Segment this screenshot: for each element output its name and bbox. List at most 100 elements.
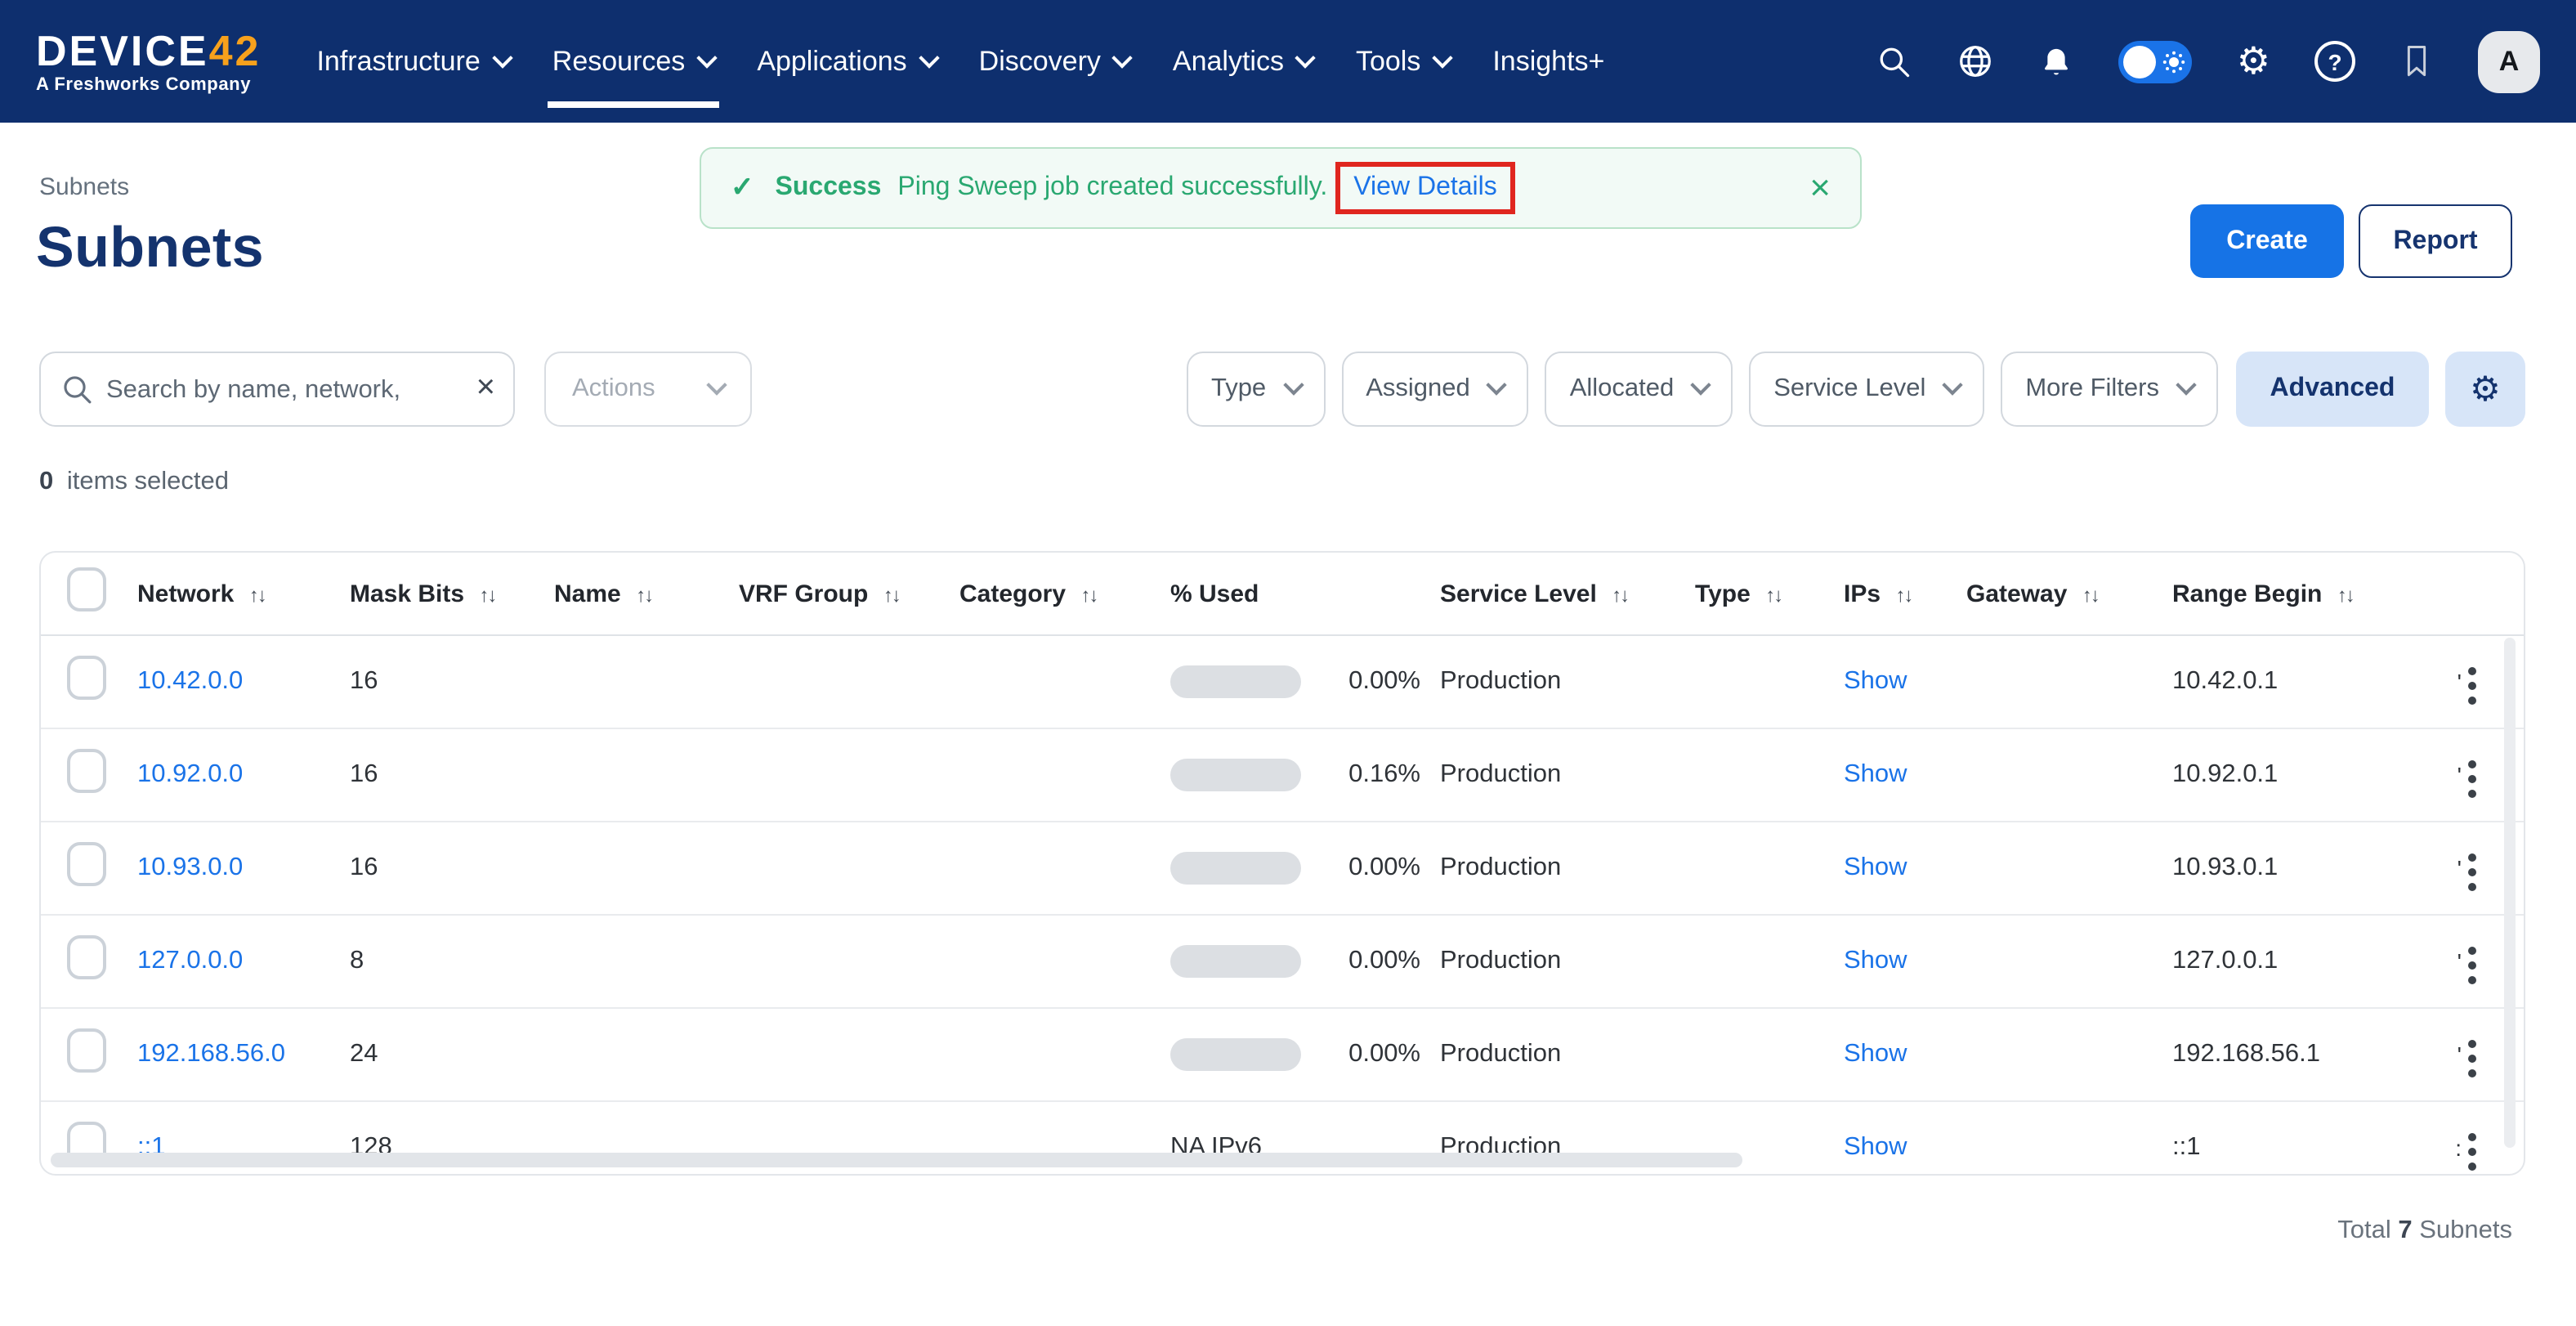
kebab-menu-icon[interactable] <box>2462 753 2483 804</box>
network-link[interactable]: 10.92.0.0 <box>137 760 243 788</box>
clipped-text: : <box>2417 1135 2462 1161</box>
kebab-menu-icon[interactable] <box>2462 846 2483 897</box>
filter-group: Type Assigned Allocated Service Level Mo… <box>1187 352 2218 427</box>
brand-tagline: A Freshworks Company <box>36 76 261 94</box>
network-link[interactable]: 127.0.0.0 <box>137 947 243 974</box>
settings-gear-icon[interactable]: ⚙ <box>2237 43 2270 80</box>
filter-service-level[interactable]: Service Level <box>1749 352 1984 427</box>
search-input[interactable] <box>103 353 456 428</box>
usage-bar <box>1170 665 1301 698</box>
banner-close-icon[interactable]: × <box>1809 170 1831 206</box>
clipped-text: ' <box>2417 762 2462 788</box>
chevron-down-icon <box>1487 374 1507 395</box>
theme-toggle[interactable] <box>2119 40 2193 83</box>
filter-allocated[interactable]: Allocated <box>1545 352 1733 427</box>
row-checkbox[interactable] <box>67 749 106 793</box>
sort-icon[interactable]: ↑↓ <box>636 583 652 606</box>
view-details-link[interactable]: View Details <box>1353 173 1497 201</box>
filter-more-filters[interactable]: More Filters <box>2001 352 2218 427</box>
selected-count: 0 <box>39 468 53 495</box>
column-header-vrf-group[interactable]: VRF Group ↑↓ <box>739 580 959 607</box>
service-level-cell: Production <box>1440 760 1695 790</box>
nav-item-insights[interactable]: Insights+ <box>1492 0 1604 123</box>
report-button[interactable]: Report <box>2359 204 2512 278</box>
sort-icon[interactable]: ↑↓ <box>1895 583 1912 606</box>
clear-search-icon[interactable]: × <box>476 370 495 407</box>
advanced-button[interactable]: Advanced <box>2236 352 2429 427</box>
column-header-mask-bits[interactable]: Mask Bits ↑↓ <box>350 580 554 607</box>
row-checkbox[interactable] <box>67 656 106 700</box>
nav-item-resources[interactable]: Resources <box>552 0 715 123</box>
sort-icon[interactable]: ↑↓ <box>249 583 266 606</box>
search-icon[interactable] <box>1877 43 1913 79</box>
sort-icon[interactable]: ↑↓ <box>2337 583 2354 606</box>
sort-icon[interactable]: ↑↓ <box>2082 583 2099 606</box>
row-checkbox[interactable] <box>67 1028 106 1073</box>
table-body: 10.42.0.0 16 0.00% Production Show 10.42… <box>41 636 2524 1176</box>
column-header-used[interactable]: % Used <box>1170 580 1440 607</box>
column-header-ips[interactable]: IPs ↑↓ <box>1844 580 1966 607</box>
kebab-menu-icon[interactable] <box>2462 1033 2483 1083</box>
nav-item-applications[interactable]: Applications <box>757 0 936 123</box>
column-header-range-begin[interactable]: Range Begin ↑↓ <box>2172 580 2417 607</box>
row-checkbox[interactable] <box>67 935 106 979</box>
table-row: 192.168.56.0 24 0.00% Production Show 19… <box>41 1009 2524 1102</box>
row-checkbox[interactable] <box>67 842 106 886</box>
actions-dropdown[interactable]: Actions <box>544 352 752 427</box>
column-settings-button[interactable]: ⚙ <box>2445 352 2525 427</box>
table-row: 10.92.0.0 16 0.16% Production Show 10.92… <box>41 729 2524 822</box>
chevron-down-icon <box>706 374 727 395</box>
kebab-menu-icon[interactable] <box>2462 660 2483 710</box>
nav-item-infrastructure[interactable]: Infrastructure <box>316 0 509 123</box>
clipped-text: ' <box>2417 1042 2462 1068</box>
column-header-type[interactable]: Type ↑↓ <box>1695 580 1844 607</box>
ips-show-link[interactable]: Show <box>1844 1040 1907 1068</box>
nav-item-tools[interactable]: Tools <box>1356 0 1450 123</box>
kebab-menu-icon[interactable] <box>2462 939 2483 990</box>
column-header-service-level[interactable]: Service Level ↑↓ <box>1440 580 1695 607</box>
main-nav: Infrastructure Resources Applications Di… <box>316 0 1604 123</box>
column-header-network[interactable]: Network ↑↓ <box>137 580 350 607</box>
range-begin-cell: 10.42.0.1 <box>2172 667 2417 697</box>
create-button[interactable]: Create <box>2190 204 2344 278</box>
horizontal-scrollbar[interactable] <box>51 1153 1742 1167</box>
bookmark-icon[interactable] <box>2399 43 2434 80</box>
kebab-menu-icon[interactable] <box>2462 1126 2483 1176</box>
banner-status: Success <box>776 173 882 203</box>
mask-bits-cell: 16 <box>350 667 554 697</box>
ips-show-link[interactable]: Show <box>1844 760 1907 788</box>
network-link[interactable]: 192.168.56.0 <box>137 1040 285 1068</box>
sort-icon[interactable]: ↑↓ <box>1612 583 1628 606</box>
filter-type[interactable]: Type <box>1187 352 1325 427</box>
nav-item-discovery[interactable]: Discovery <box>979 0 1130 123</box>
vertical-scrollbar[interactable] <box>2504 638 2516 1148</box>
ips-show-link[interactable]: Show <box>1844 853 1907 881</box>
sort-icon[interactable]: ↑↓ <box>1765 583 1782 606</box>
help-icon[interactable]: ? <box>2314 41 2355 82</box>
ips-show-link[interactable]: Show <box>1844 667 1907 695</box>
filter-bar: Type Assigned Allocated Service Level Mo… <box>1187 352 2525 427</box>
ips-show-link[interactable]: Show <box>1844 947 1907 974</box>
mask-bits-cell: 8 <box>350 947 554 976</box>
filter-assigned[interactable]: Assigned <box>1341 352 1529 427</box>
column-header-name[interactable]: Name ↑↓ <box>554 580 739 607</box>
notifications-bell-icon[interactable] <box>2039 43 2075 79</box>
sort-icon[interactable]: ↑↓ <box>1080 583 1097 606</box>
network-link[interactable]: 10.42.0.0 <box>137 667 243 695</box>
ips-show-link[interactable]: Show <box>1844 1133 1907 1161</box>
user-avatar[interactable]: A <box>2478 30 2540 92</box>
table-row: 127.0.0.0 8 0.00% Production Show 127.0.… <box>41 916 2524 1009</box>
nav-item-analytics[interactable]: Analytics <box>1173 0 1313 123</box>
service-level-cell: Production <box>1440 1040 1695 1069</box>
column-header-category[interactable]: Category ↑↓ <box>959 580 1170 607</box>
header-icons: ⚙ ? A <box>1877 30 2540 92</box>
range-begin-cell: ::1 <box>2172 1133 2417 1162</box>
device42-logo[interactable]: DEVICE42 A Freshworks Company <box>36 29 261 94</box>
chevron-down-icon <box>2176 374 2196 395</box>
sort-icon[interactable]: ↑↓ <box>883 583 900 606</box>
sort-icon[interactable]: ↑↓ <box>479 583 495 606</box>
column-header-gateway[interactable]: Gateway ↑↓ <box>1966 580 2172 607</box>
network-link[interactable]: 10.93.0.0 <box>137 853 243 881</box>
globe-icon[interactable] <box>1957 43 1995 80</box>
select-all-checkbox[interactable] <box>67 567 106 611</box>
